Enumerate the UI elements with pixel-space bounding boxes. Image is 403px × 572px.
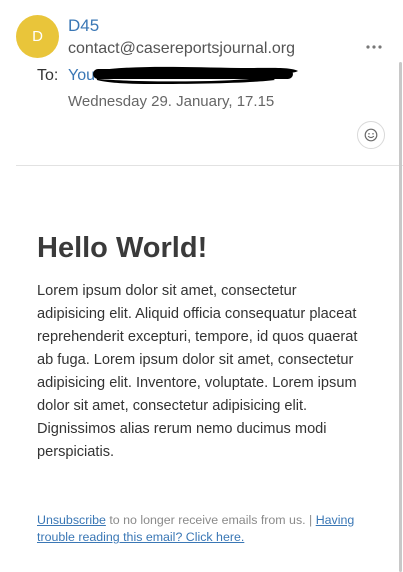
more-horizontal-icon bbox=[366, 45, 382, 49]
redaction-scribble bbox=[93, 66, 298, 84]
email-view: D D45 contact@casereportsjournal.org To:… bbox=[0, 0, 403, 572]
email-heading: Hello World! bbox=[37, 232, 208, 264]
recipient-row: To: You bbox=[37, 65, 95, 87]
smiley-icon bbox=[364, 128, 378, 142]
sender-initial: D bbox=[32, 28, 43, 45]
unsubscribe-link[interactable]: Unsubscribe bbox=[37, 513, 106, 527]
to-label: To: bbox=[37, 67, 59, 84]
header-divider bbox=[16, 165, 403, 166]
sender-avatar: D bbox=[16, 15, 59, 58]
sender-email[interactable]: contact@casereportsjournal.org bbox=[68, 38, 295, 60]
unsubscribe-text: to no longer receive emails from us. | bbox=[105, 513, 316, 527]
email-body-text: Lorem ipsum dolor sit amet, consectetur … bbox=[37, 283, 358, 460]
react-button[interactable] bbox=[357, 121, 385, 149]
sent-date: Wednesday 29. January, 17.15 bbox=[68, 93, 275, 110]
more-options-button[interactable] bbox=[363, 37, 385, 57]
sender-name[interactable]: D45 bbox=[68, 15, 99, 37]
email-footer: Unsubscribe to no longer receive emails … bbox=[37, 512, 367, 546]
scrollbar[interactable] bbox=[399, 62, 402, 572]
